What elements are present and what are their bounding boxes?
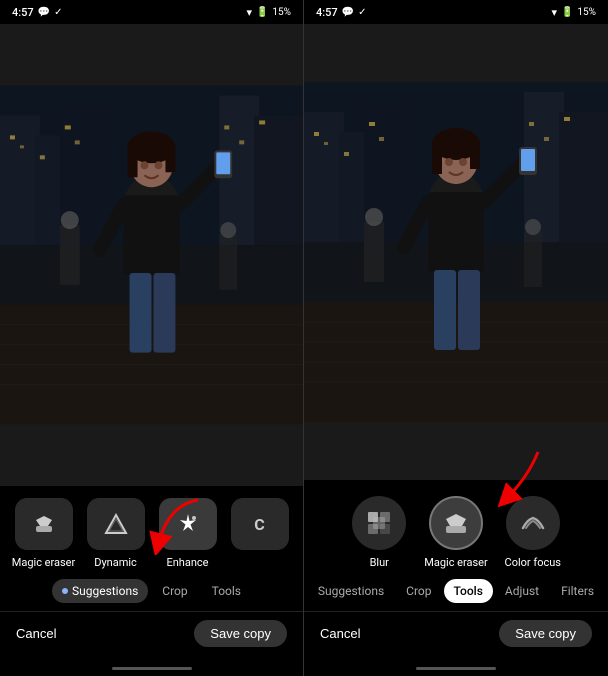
status-bar-left: 4:57 💬 ✓ ▾ 🔋 15% (0, 0, 303, 24)
time-left: 4:57 (12, 6, 34, 19)
action-bar-left: Cancel Save copy (0, 611, 303, 663)
cancel-button-right[interactable]: Cancel (320, 626, 360, 641)
whatsapp-icon-left: 💬 (38, 7, 50, 18)
tab-crop-label-right: Crop (406, 584, 431, 598)
tab-crop-left[interactable]: Crop (152, 579, 197, 603)
tab-tools-right[interactable]: Tools (444, 579, 493, 603)
tab-filters-label-right: Filters (561, 584, 594, 598)
tool-enhance-left[interactable]: Enhance (156, 498, 220, 569)
tools-section-right: Blur Magic eraser (304, 492, 608, 579)
color-focus-label-right: Color focus (505, 556, 561, 569)
save-button-left[interactable]: Save copy (194, 620, 287, 647)
battery-icon-left: 🔋 (256, 7, 268, 18)
home-bar-left (112, 667, 192, 670)
blur-icon-right (352, 496, 406, 550)
battery-pct-left: 15% (272, 7, 291, 18)
dynamic-icon-left (87, 498, 145, 550)
magic-eraser-label-left: Magic eraser (12, 556, 76, 569)
home-indicator-left (0, 663, 303, 676)
tools-row-left: Magic eraser Dynamic Enh (0, 498, 303, 579)
tab-filters-right[interactable]: Filters (551, 579, 604, 603)
battery-icon-right: 🔋 (561, 7, 573, 18)
controls-right: Blur Magic eraser (304, 480, 608, 676)
save-button-right[interactable]: Save copy (499, 620, 592, 647)
tab-tools-label-left: Tools (212, 584, 241, 598)
photo-svg-right (304, 24, 608, 480)
tab-adjust-label-right: Adjust (505, 584, 539, 598)
whatsapp-icon-right: 💬 (342, 7, 354, 18)
magic-eraser-icon-left (15, 498, 73, 550)
action-bar-right: Cancel Save copy (304, 611, 608, 663)
status-indicators-left: ▾ 🔋 15% (246, 6, 291, 19)
home-indicator-right (304, 663, 608, 676)
tool-blur-right[interactable]: Blur (350, 496, 408, 569)
photo-right (304, 24, 608, 480)
tool-magic-eraser-right[interactable]: Magic eraser (424, 496, 488, 569)
tab-crop-label-left: Crop (162, 584, 187, 598)
left-panel: 4:57 💬 ✓ ▾ 🔋 15% (0, 0, 303, 676)
wifi-icon-right: ▾ (551, 6, 557, 19)
tab-suggestions-label-right: Suggestions (318, 584, 384, 598)
check-icon-left: ✓ (54, 7, 62, 18)
tab-tools-left[interactable]: Tools (202, 579, 251, 603)
tab-adjust-right[interactable]: Adjust (495, 579, 549, 603)
tool-more-left[interactable]: C (228, 498, 292, 569)
tab-suggestions-left[interactable]: Suggestions (52, 579, 148, 603)
magic-eraser-label-right: Magic eraser (424, 556, 488, 569)
controls-left: Magic eraser Dynamic Enh (0, 486, 303, 676)
tab-bar-left: Suggestions Crop Tools (0, 579, 303, 611)
dynamic-label-left: Dynamic (94, 556, 137, 569)
tool-magic-eraser-left[interactable]: Magic eraser (12, 498, 76, 569)
tool-color-focus-right[interactable]: Color focus (504, 496, 562, 569)
photo-left (0, 24, 303, 486)
home-bar-right (416, 667, 496, 670)
wifi-icon-left: ▾ (246, 6, 252, 19)
blur-label-right: Blur (370, 556, 389, 569)
tab-suggestions-label-left: Suggestions (72, 584, 138, 598)
status-bar-right: 4:57 💬 ✓ ▾ 🔋 15% (304, 0, 608, 24)
tab-crop-right[interactable]: Crop (396, 579, 441, 603)
right-panel: 4:57 💬 ✓ ▾ 🔋 15% (304, 0, 608, 676)
magic-eraser-icon-right (429, 496, 483, 550)
tab-tools-label-right: Tools (454, 584, 483, 598)
status-indicators-right: ▾ 🔋 15% (551, 6, 596, 19)
time-right: 4:57 (316, 6, 338, 19)
cancel-button-left[interactable]: Cancel (16, 626, 56, 641)
battery-pct-right: 15% (577, 7, 596, 18)
tab-suggestions-right[interactable]: Suggestions (308, 579, 394, 603)
enhance-label-left: Enhance (166, 556, 208, 569)
photo-svg-left (0, 24, 303, 486)
status-time-right: 4:57 💬 ✓ (316, 6, 367, 19)
color-focus-icon-right (506, 496, 560, 550)
enhance-icon-left (159, 498, 217, 550)
tool-dynamic-left[interactable]: Dynamic (84, 498, 148, 569)
status-time-left: 4:57 💬 ✓ (12, 6, 63, 19)
check-icon-right: ✓ (358, 7, 366, 18)
tab-bar-right: Suggestions Crop Tools Adjust Filters (304, 579, 608, 611)
suggestions-dot-left (62, 588, 68, 594)
tools-row-right: Blur Magic eraser (304, 492, 608, 579)
more-icon-left: C (231, 498, 289, 550)
